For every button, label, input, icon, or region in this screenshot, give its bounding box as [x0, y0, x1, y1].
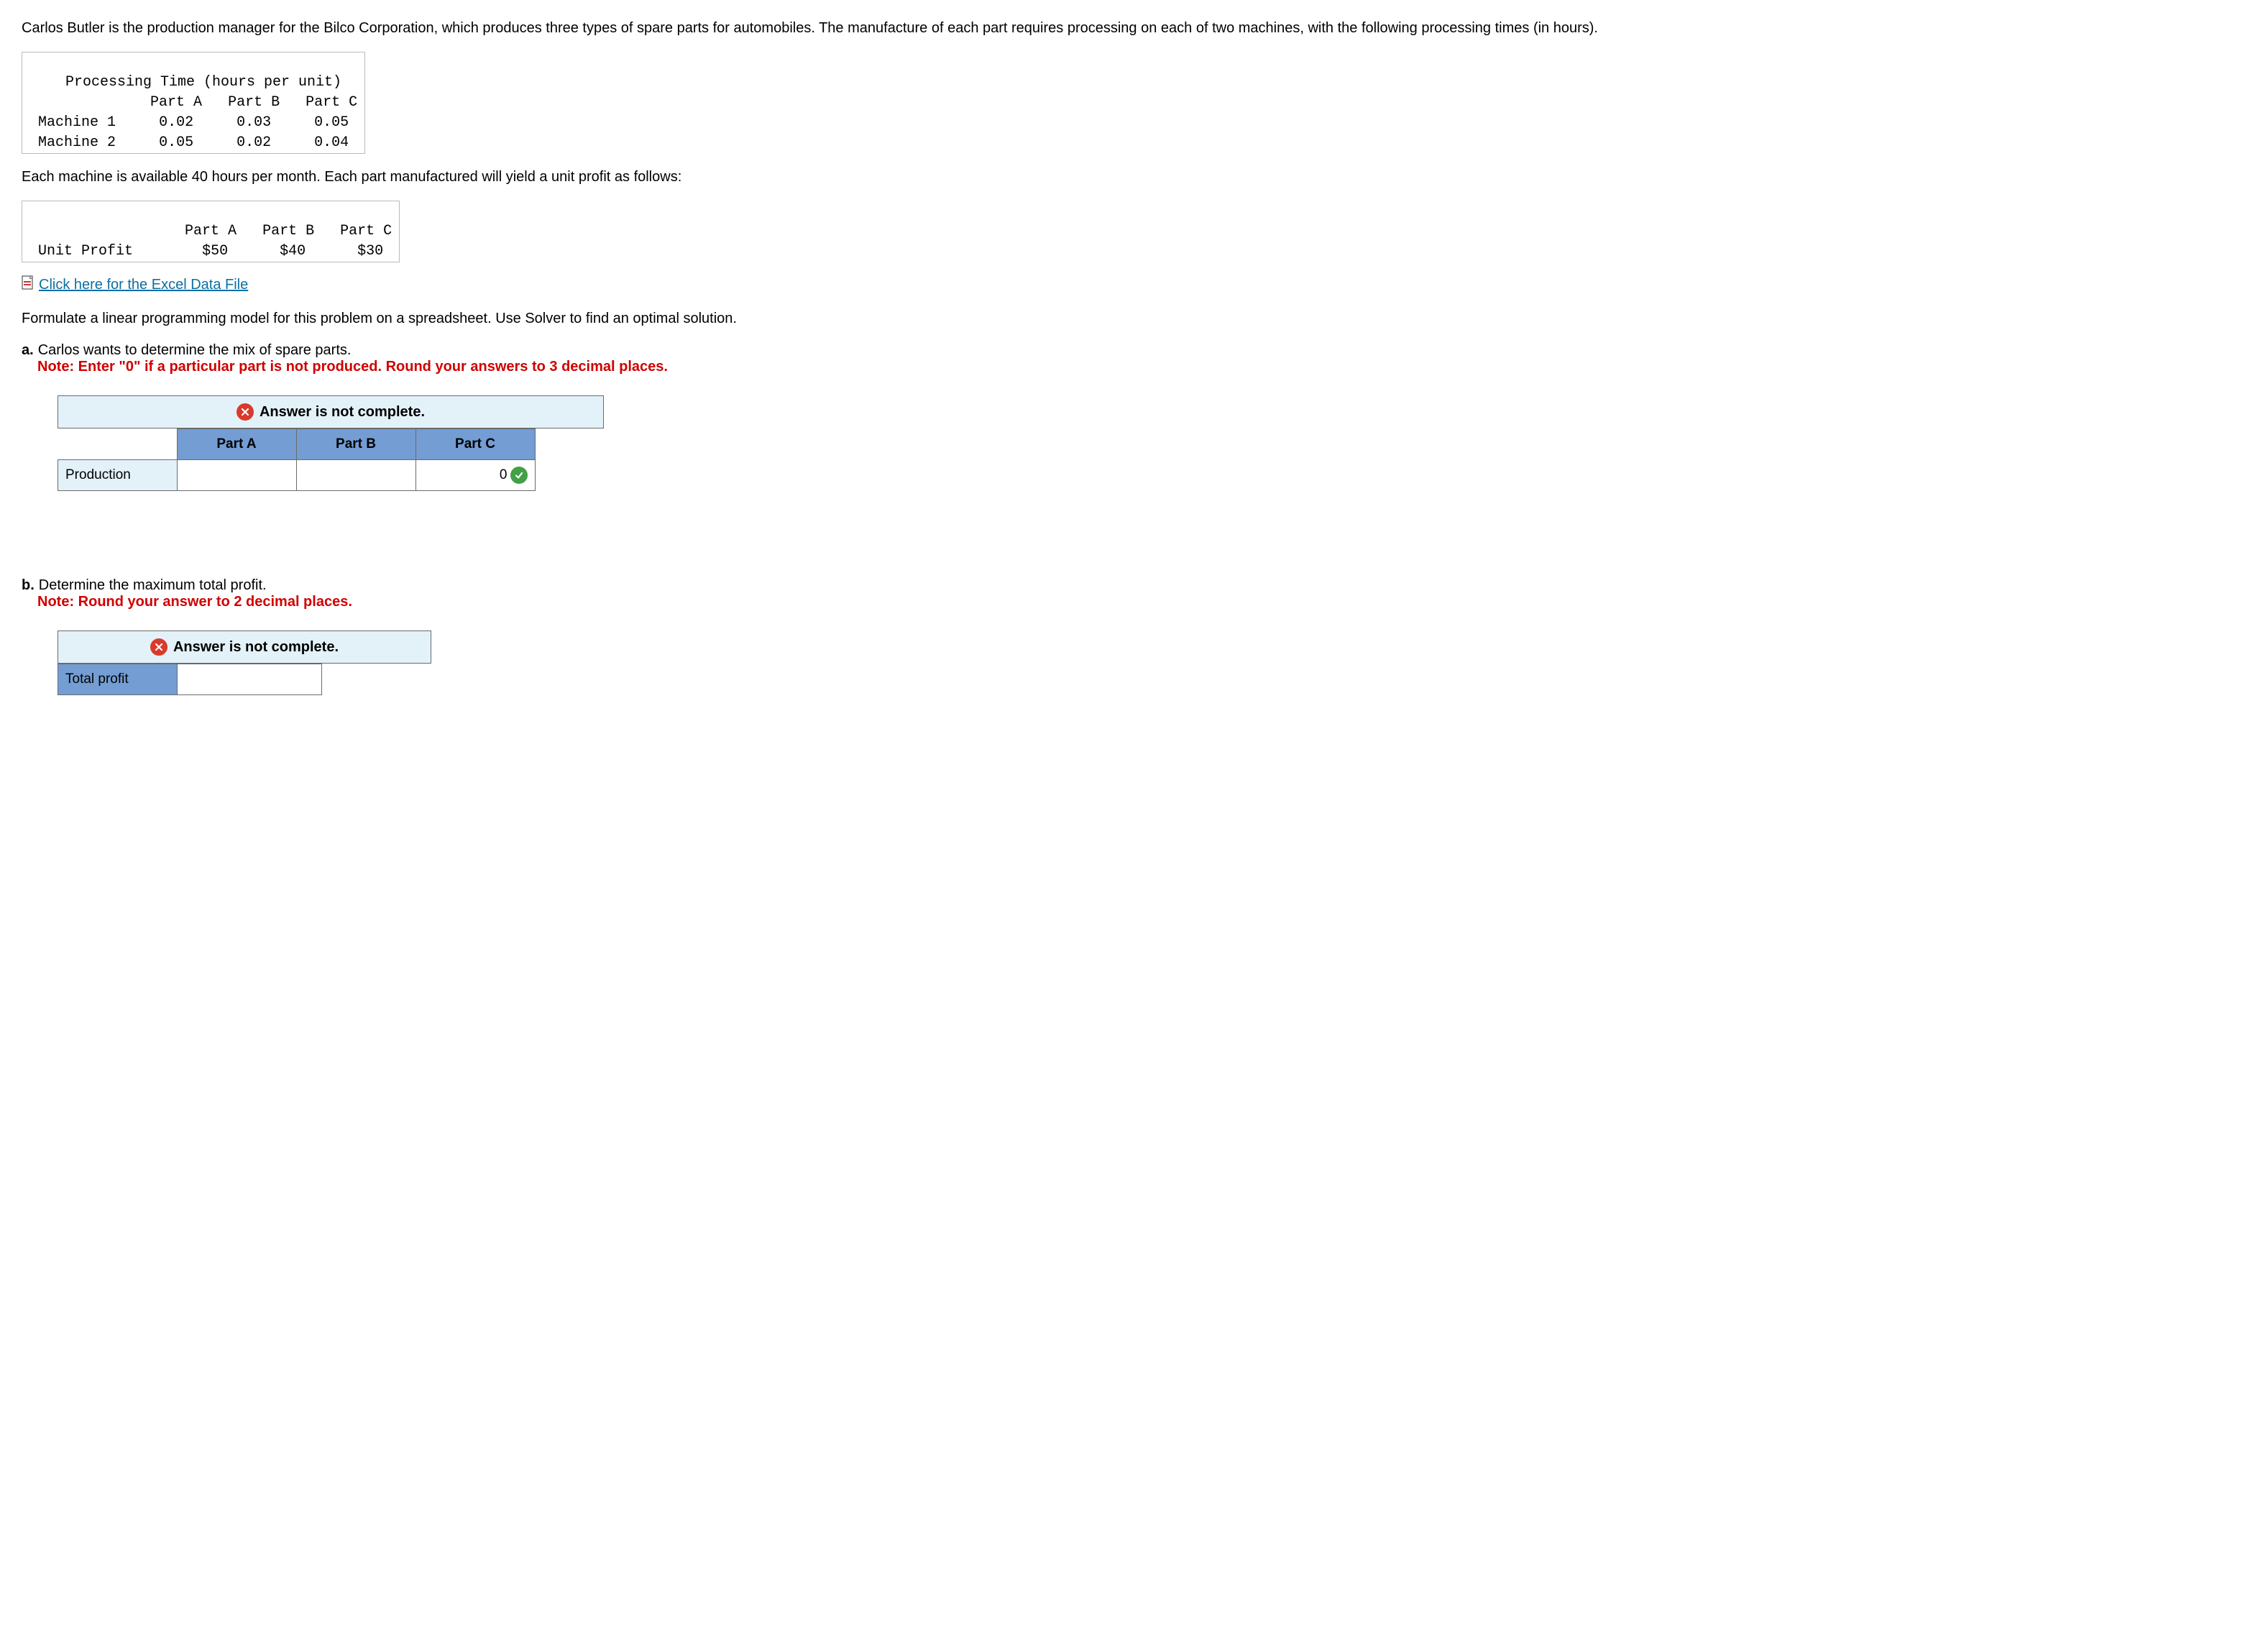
table-row: Production 0 [58, 460, 536, 491]
grid-hdr-b: Part B [296, 429, 416, 460]
qa-letter: a. [22, 342, 34, 359]
excel-data-link[interactable]: Click here for the Excel Data File [22, 275, 248, 294]
availability-text: Each machine is available 40 hours per m… [22, 167, 2246, 188]
excel-link-text: Click here for the Excel Data File [39, 277, 248, 293]
production-part-b-input[interactable] [296, 460, 416, 491]
total-profit-rowlabel: Total profit [58, 664, 178, 695]
proc-title: Processing Time (hours per unit) [29, 73, 357, 93]
qb-text: Determine the maximum total profit. [39, 577, 267, 594]
check-icon [510, 467, 528, 484]
qa-text: Carlos wants to determine the mix of spa… [38, 342, 352, 359]
profit-grid: Total profit [58, 664, 322, 695]
production-part-c-input[interactable]: 0 [416, 460, 535, 491]
unit-profit-table: Part A Part B Part C Unit Profit $50 $40… [22, 201, 400, 262]
formulate-text: Formulate a linear programming model for… [22, 308, 2246, 329]
question-a: a. Carlos wants to determine the mix of … [22, 342, 2246, 359]
intro-text: Carlos Butler is the production manager … [22, 18, 2246, 39]
table-row: Total profit [58, 664, 322, 695]
qb-note: Note: Round your answer to 2 decimal pla… [37, 594, 2246, 610]
banner-text-a: Answer is not complete. [260, 404, 425, 421]
question-b: b. Determine the maximum total profit. [22, 577, 2246, 594]
qa-note: Note: Enter "0" if a particular part is … [37, 359, 2246, 375]
production-part-a-input[interactable] [177, 460, 296, 491]
document-icon [22, 275, 35, 294]
x-icon [237, 403, 254, 421]
total-profit-input[interactable] [178, 664, 322, 695]
qb-letter: b. [22, 577, 35, 594]
part-c-value: 0 [500, 467, 508, 483]
grid-hdr-a: Part A [177, 429, 296, 460]
banner-text-b: Answer is not complete. [173, 639, 339, 656]
production-rowlabel: Production [58, 460, 178, 491]
answer-banner-b: Answer is not complete. [58, 631, 431, 664]
production-grid: Part A Part B Part C Production 0 [58, 428, 536, 491]
processing-time-table: Processing Time (hours per unit) Part A … [22, 52, 365, 154]
grid-hdr-c: Part C [416, 429, 535, 460]
answer-banner-a: Answer is not complete. [58, 395, 604, 428]
x-icon [150, 638, 167, 656]
